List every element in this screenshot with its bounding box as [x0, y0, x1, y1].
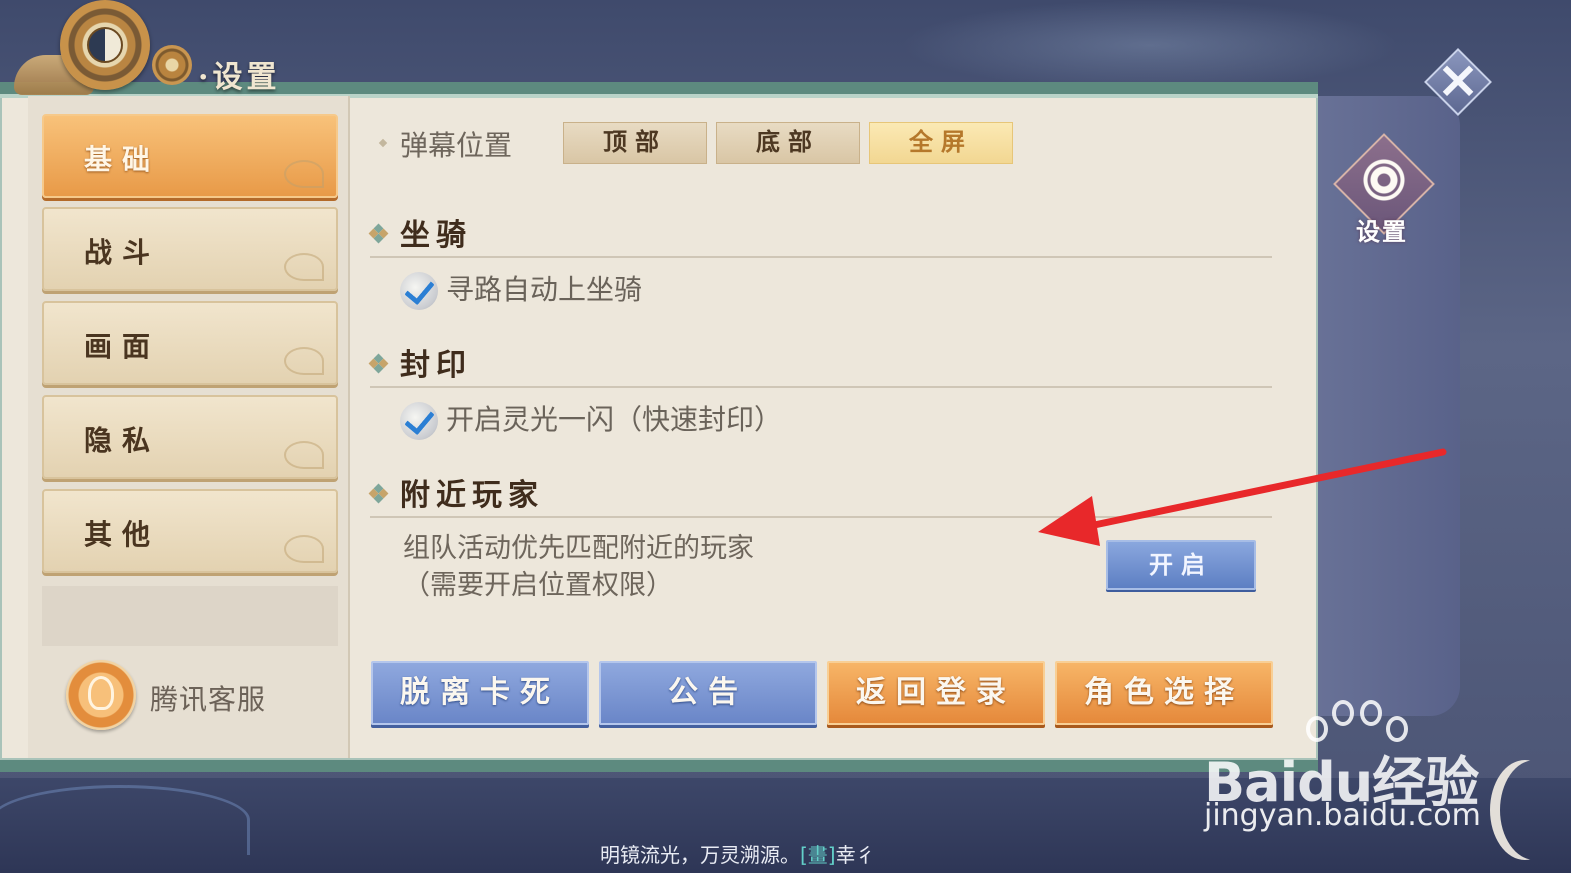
chat-ticker: 明镜流光，万灵溯源。[畫]幸彳	[600, 838, 990, 873]
annotation-arrow-head	[1038, 496, 1100, 546]
ticker-tag: [畫]	[800, 843, 836, 867]
watermark-url: jingyan.baidu.com	[1204, 798, 1481, 833]
ticker-text: 明镜流光，万灵溯源。	[600, 843, 800, 867]
baidu-watermark: Baidu经验 jingyan.baidu.com	[1198, 698, 1498, 848]
crescent-decoration	[1500, 760, 1570, 860]
annotation-arrow-shaft	[1076, 448, 1447, 532]
ticker-tail: 幸彳	[835, 843, 876, 867]
